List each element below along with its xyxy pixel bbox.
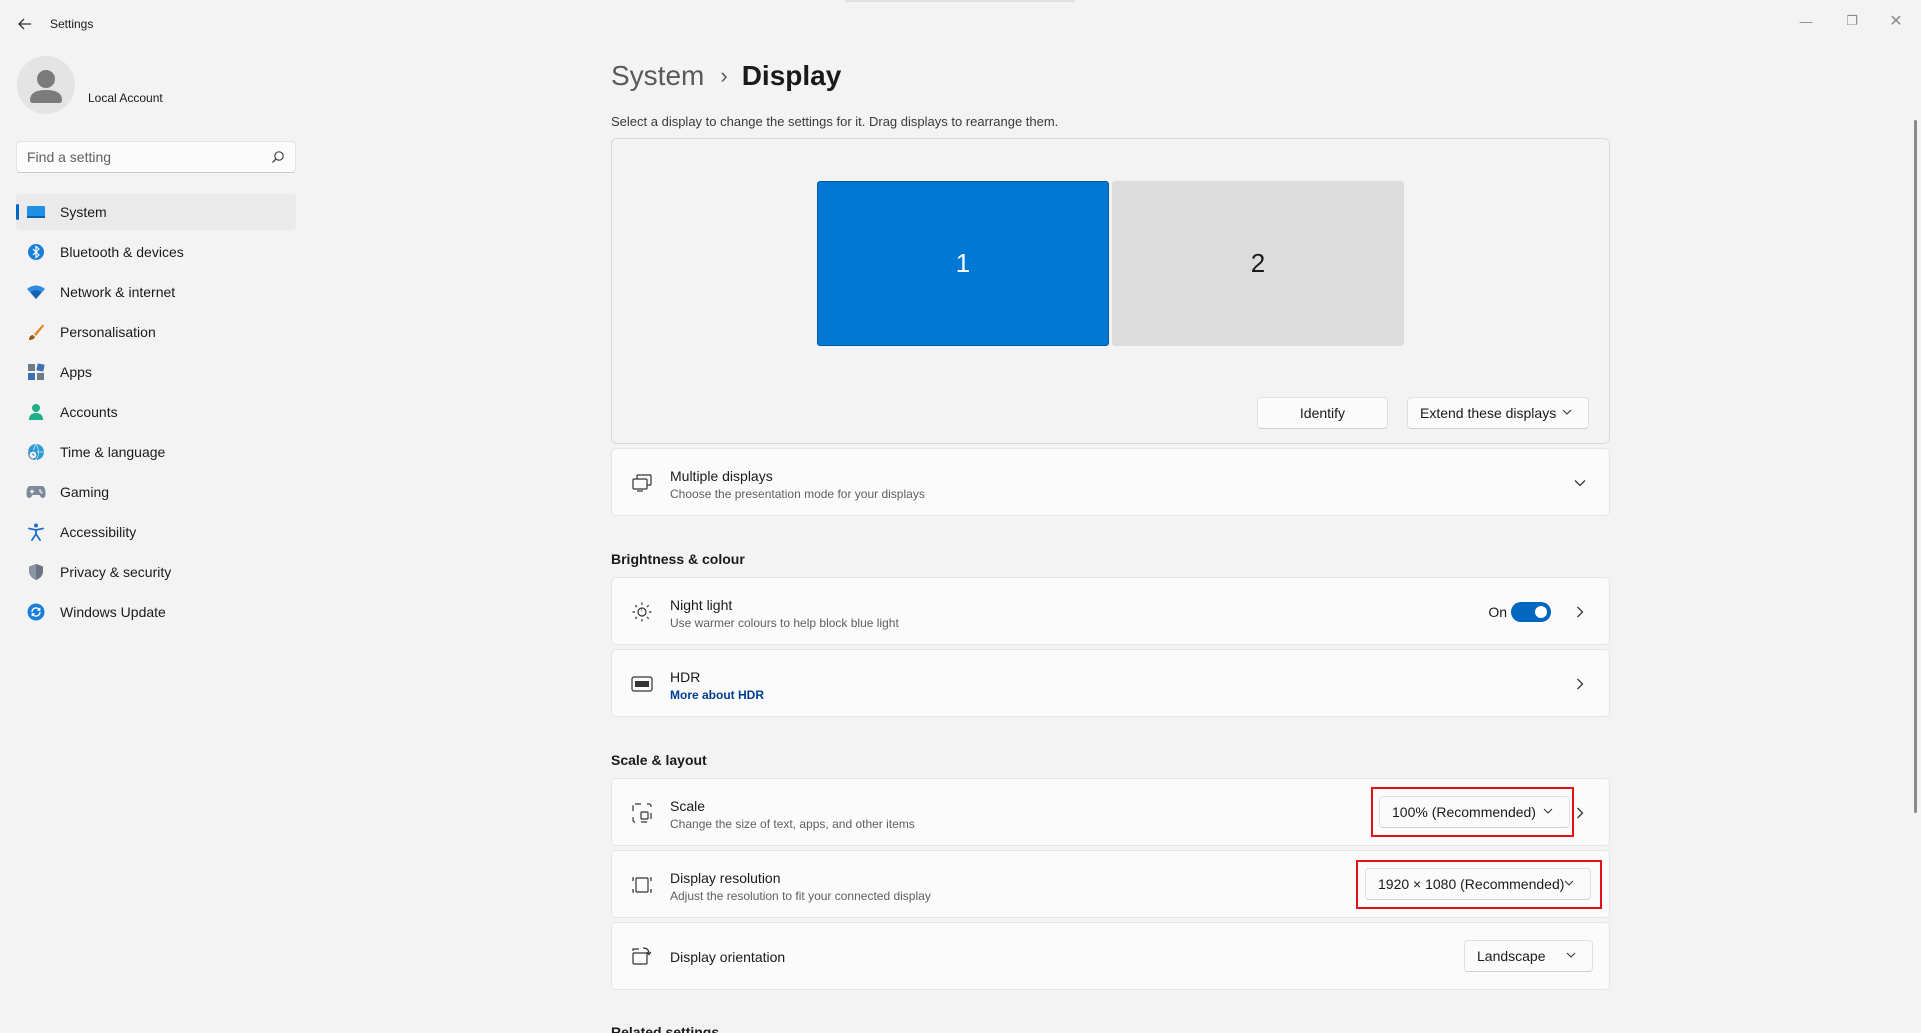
breadcrumb-separator: › [720, 63, 728, 88]
display-mode-value: Extend these displays [1420, 405, 1557, 421]
user-name: Local Account [88, 91, 163, 105]
update-icon [26, 603, 46, 621]
orientation-icon [630, 945, 654, 969]
display-arrangement-panel: 1 2 Identify Extend these displays [611, 138, 1610, 444]
identify-button[interactable]: Identify [1257, 397, 1388, 429]
page-title: Display [741, 60, 842, 91]
system-icon [26, 203, 46, 221]
search-icon[interactable] [271, 150, 285, 164]
maximize-button[interactable]: ❐ [1829, 6, 1875, 36]
multiple-displays-icon [630, 471, 654, 495]
sidebar-item-system[interactable]: System [16, 194, 296, 230]
sidebar-item-accounts[interactable]: Accounts [16, 394, 296, 430]
night-light-state: On [1488, 604, 1507, 620]
multiple-displays-subtitle: Choose the presentation mode for your di… [670, 487, 925, 501]
chevron-right-icon[interactable] [1573, 806, 1587, 820]
brightness-icon [630, 600, 654, 624]
vertical-scrollbar[interactable] [1914, 120, 1917, 813]
section-title-related: Related settings [611, 1024, 720, 1033]
sidebar-item-time-language[interactable]: Time & language [16, 434, 296, 470]
night-light-title: Night light [670, 597, 733, 613]
accounts-icon [26, 403, 46, 421]
back-button[interactable] [14, 14, 36, 34]
minimize-button[interactable]: — [1783, 6, 1829, 36]
sidebar-item-label: Accounts [60, 404, 118, 420]
sidebar-item-label: System [60, 204, 107, 220]
globe-clock-icon [26, 443, 46, 461]
scale-highlight-box [1371, 787, 1574, 837]
sidebar-item-label: Time & language [60, 444, 166, 460]
chevron-right-icon[interactable] [1573, 605, 1587, 619]
title-bar: Settings — ❐ ✕ [0, 0, 1921, 48]
display-mode-dropdown[interactable]: Extend these displays [1407, 397, 1589, 429]
section-title-brightness: Brightness & colour [611, 551, 745, 567]
chevron-down-icon [1566, 950, 1576, 961]
snap-drag-hint [845, 0, 1075, 2]
monitor-1[interactable]: 1 [817, 181, 1109, 346]
user-silhouette-icon [30, 70, 62, 103]
app-title: Settings [50, 17, 94, 31]
hdr-icon [630, 672, 654, 696]
sidebar-item-privacy[interactable]: Privacy & security [16, 554, 296, 590]
scale-subtitle: Change the size of text, apps, and other… [670, 817, 915, 831]
breadcrumb: System › Display [611, 56, 841, 96]
sidebar-item-label: Privacy & security [60, 564, 172, 580]
display-resolution-title: Display resolution [670, 870, 781, 886]
search-box[interactable] [16, 141, 296, 173]
more-about-hdr-link[interactable]: More about HDR [670, 688, 764, 702]
sidebar-item-apps[interactable]: Apps [16, 354, 296, 390]
display-resolution-subtitle: Adjust the resolution to fit your connec… [670, 889, 931, 903]
orientation-value: Landscape [1477, 948, 1546, 964]
sidebar-item-label: Gaming [60, 484, 110, 500]
sidebar-item-network[interactable]: Network & internet [16, 274, 296, 310]
chevron-right-icon[interactable] [1573, 677, 1587, 691]
bluetooth-icon [26, 243, 46, 261]
night-light-subtitle: Use warmer colours to help block blue li… [670, 616, 899, 630]
scale-icon [630, 801, 654, 825]
resolution-icon [630, 873, 654, 897]
page-description: Select a display to change the settings … [611, 114, 1059, 129]
apps-icon [26, 363, 46, 381]
chevron-down-icon [1562, 407, 1572, 418]
scale-title: Scale [670, 798, 706, 814]
wifi-icon [26, 283, 46, 301]
accessibility-icon [26, 523, 46, 541]
multiple-displays-card[interactable]: Multiple displays Choose the presentatio… [611, 448, 1610, 516]
brush-icon [26, 323, 46, 341]
section-title-scale-layout: Scale & layout [611, 752, 707, 768]
night-light-card[interactable]: Night light Use warmer colours to help b… [611, 577, 1610, 645]
sidebar-item-label: Bluetooth & devices [60, 244, 184, 260]
gamepad-icon [26, 483, 46, 501]
sidebar-item-windows-update[interactable]: Windows Update [16, 594, 296, 630]
sidebar-item-personalisation[interactable]: Personalisation [16, 314, 296, 350]
sidebar-item-label: Network & internet [60, 284, 176, 300]
back-arrow-icon [18, 18, 31, 30]
sidebar-item-label: Apps [60, 364, 92, 380]
sidebar-item-gaming[interactable]: Gaming [16, 474, 296, 510]
avatar[interactable] [17, 56, 75, 114]
hdr-title: HDR [670, 669, 701, 685]
sidebar-item-bluetooth[interactable]: Bluetooth & devices [16, 234, 296, 270]
breadcrumb-parent[interactable]: System [611, 60, 704, 92]
close-button[interactable]: ✕ [1873, 6, 1919, 36]
chevron-down-icon[interactable] [1573, 476, 1587, 490]
sidebar-item-accessibility[interactable]: Accessibility [16, 514, 296, 550]
sidebar-item-label: Accessibility [60, 524, 137, 540]
display-orientation-title: Display orientation [670, 949, 786, 965]
resolution-highlight-box [1356, 860, 1602, 909]
monitor-2[interactable]: 2 [1112, 181, 1404, 346]
sidebar-item-label: Personalisation [60, 324, 156, 340]
night-light-toggle[interactable] [1511, 602, 1551, 622]
sidebar-item-label: Windows Update [60, 604, 166, 620]
multiple-displays-title: Multiple displays [670, 468, 773, 484]
sidebar-nav: System Bluetooth & devices Network & int… [16, 194, 296, 634]
hdr-card[interactable]: HDR More about HDR [611, 649, 1610, 717]
shield-icon [26, 563, 46, 581]
display-orientation-card[interactable]: Display orientation Landscape [611, 922, 1610, 990]
search-input[interactable] [27, 142, 267, 172]
orientation-dropdown[interactable]: Landscape [1464, 940, 1593, 972]
